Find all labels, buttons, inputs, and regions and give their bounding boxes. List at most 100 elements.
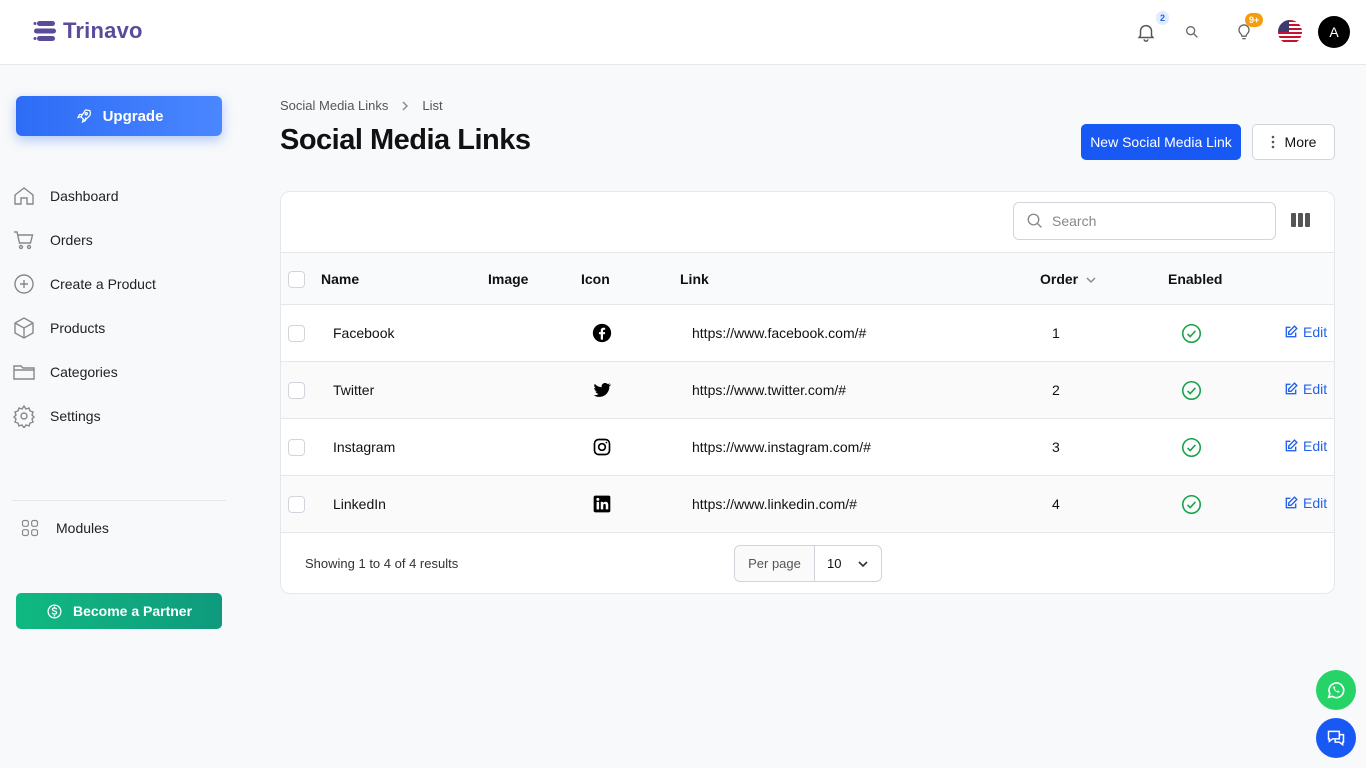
breadcrumb-parent[interactable]: Social Media Links bbox=[280, 98, 388, 113]
sidebar-item-create-product[interactable]: Create a Product bbox=[12, 262, 226, 306]
grid-icon bbox=[21, 519, 39, 537]
vertical-dots-icon bbox=[1271, 135, 1274, 149]
row-order: 4 bbox=[1052, 496, 1060, 512]
row-order: 1 bbox=[1052, 325, 1060, 341]
row-name: Instagram bbox=[333, 439, 396, 455]
column-toggle-button[interactable] bbox=[1291, 212, 1310, 233]
col-image: Image bbox=[488, 271, 529, 287]
sidebar-item-label: Dashboard bbox=[50, 188, 119, 204]
notifications-button[interactable] bbox=[1134, 20, 1158, 44]
select-all-checkbox[interactable] bbox=[288, 271, 305, 288]
edit-icon bbox=[1285, 439, 1298, 452]
header-search-button[interactable] bbox=[1180, 20, 1204, 44]
brand-logo[interactable]: Trinavo bbox=[33, 18, 143, 44]
row-checkbox[interactable] bbox=[288, 496, 305, 513]
sidebar-item-label: Products bbox=[50, 320, 106, 336]
plus-circle-icon bbox=[14, 274, 34, 294]
chevron-down-icon bbox=[858, 560, 868, 567]
user-avatar[interactable]: A bbox=[1318, 16, 1350, 48]
cart-icon bbox=[14, 231, 34, 250]
edit-label: Edit bbox=[1303, 495, 1328, 511]
facebook-icon bbox=[592, 323, 612, 343]
row-order: 3 bbox=[1052, 439, 1060, 455]
edit-icon bbox=[1285, 382, 1298, 395]
language-selector[interactable] bbox=[1278, 20, 1302, 44]
col-icon: Icon bbox=[581, 271, 610, 287]
edit-button[interactable]: Edit bbox=[1284, 495, 1327, 511]
table-header: Name Image Icon Link Order Enabled bbox=[281, 252, 1334, 305]
top-header: Trinavo 2 9+ A bbox=[0, 0, 1366, 65]
row-checkbox[interactable] bbox=[288, 325, 305, 342]
twitter-icon bbox=[593, 382, 612, 397]
sidebar-item-label: Orders bbox=[50, 232, 93, 248]
folder-icon bbox=[13, 365, 35, 380]
row-name: LinkedIn bbox=[333, 496, 386, 512]
sidebar-divider bbox=[12, 500, 226, 501]
row-link: https://www.instagram.com/# bbox=[692, 439, 871, 455]
col-enabled: Enabled bbox=[1168, 271, 1223, 287]
check-circle-icon bbox=[1181, 437, 1202, 458]
breadcrumb: Social Media Links List bbox=[280, 98, 443, 113]
columns-icon bbox=[1291, 213, 1310, 227]
edit-icon bbox=[1285, 325, 1298, 338]
per-page-value-box[interactable]: 10 bbox=[815, 556, 881, 571]
edit-button[interactable]: Edit bbox=[1284, 381, 1327, 397]
search-input[interactable] bbox=[1052, 213, 1252, 229]
tips-badge: 9+ bbox=[1245, 13, 1264, 27]
edit-icon bbox=[1285, 496, 1298, 509]
dollar-circle-icon bbox=[47, 603, 62, 619]
row-checkbox[interactable] bbox=[288, 382, 305, 399]
chat-button[interactable] bbox=[1316, 718, 1356, 758]
row-link: https://www.linkedin.com/# bbox=[692, 496, 857, 512]
per-page-select[interactable]: Per page 10 bbox=[734, 545, 882, 582]
table-search[interactable] bbox=[1013, 202, 1276, 240]
brand-name: Trinavo bbox=[63, 18, 143, 43]
per-page-value: 10 bbox=[827, 556, 842, 571]
table-row: Facebook https://www.facebook.com/# 1 Ed… bbox=[281, 305, 1334, 362]
row-link: https://www.facebook.com/# bbox=[692, 325, 867, 341]
sidebar-item-orders[interactable]: Orders bbox=[12, 218, 226, 262]
partner-label: Become a Partner bbox=[72, 603, 193, 619]
check-circle-icon bbox=[1181, 323, 1202, 344]
upgrade-label: Upgrade bbox=[102, 107, 164, 125]
whatsapp-button[interactable] bbox=[1316, 670, 1356, 710]
social-links-table-card: Name Image Icon Link Order Enabled Faceb… bbox=[280, 191, 1335, 594]
whatsapp-icon bbox=[1327, 682, 1345, 699]
notifications-badge: 2 bbox=[1156, 11, 1170, 25]
upgrade-button[interactable]: Upgrade bbox=[16, 96, 222, 136]
check-circle-icon bbox=[1181, 494, 1202, 515]
col-name[interactable]: Name bbox=[321, 271, 359, 287]
col-link: Link bbox=[680, 271, 709, 287]
edit-button[interactable]: Edit bbox=[1284, 324, 1327, 340]
edit-label: Edit bbox=[1303, 324, 1328, 340]
gear-icon bbox=[13, 404, 35, 428]
row-order: 2 bbox=[1052, 382, 1060, 398]
edit-label: Edit bbox=[1303, 381, 1328, 397]
home-icon bbox=[14, 187, 34, 205]
sidebar-item-label: Settings bbox=[50, 408, 101, 424]
more-button[interactable]: More bbox=[1252, 124, 1335, 160]
sidebar-item-categories[interactable]: Categories bbox=[12, 350, 226, 394]
row-link: https://www.twitter.com/# bbox=[692, 382, 847, 398]
sidebar-item-settings[interactable]: Settings bbox=[12, 394, 226, 438]
sidebar-nav: Dashboard Orders Create a Product Produc… bbox=[12, 174, 226, 438]
edit-label: Edit bbox=[1303, 438, 1328, 454]
search-icon bbox=[1027, 213, 1042, 228]
sidebar-item-products[interactable]: Products bbox=[12, 306, 226, 350]
us-flag-icon bbox=[1278, 20, 1302, 44]
become-partner-button[interactable]: Become a Partner bbox=[16, 593, 222, 629]
new-social-media-link-button[interactable]: New Social Media Link bbox=[1081, 124, 1241, 160]
linkedin-icon bbox=[593, 495, 611, 513]
row-checkbox[interactable] bbox=[288, 439, 305, 456]
col-order[interactable]: Order bbox=[1040, 271, 1078, 287]
chevron-down-icon[interactable] bbox=[1086, 275, 1096, 285]
check-circle-icon bbox=[1181, 380, 1202, 401]
chevron-right-icon bbox=[402, 101, 409, 110]
more-label: More bbox=[1284, 134, 1317, 150]
sidebar-item-dashboard[interactable]: Dashboard bbox=[12, 174, 226, 218]
sidebar-item-label: Create a Product bbox=[50, 276, 156, 292]
row-name: Twitter bbox=[333, 382, 375, 398]
edit-button[interactable]: Edit bbox=[1284, 438, 1327, 454]
table-row: LinkedIn https://www.linkedin.com/# 4 Ed… bbox=[281, 476, 1334, 533]
sidebar-item-modules[interactable]: Modules bbox=[20, 518, 109, 538]
